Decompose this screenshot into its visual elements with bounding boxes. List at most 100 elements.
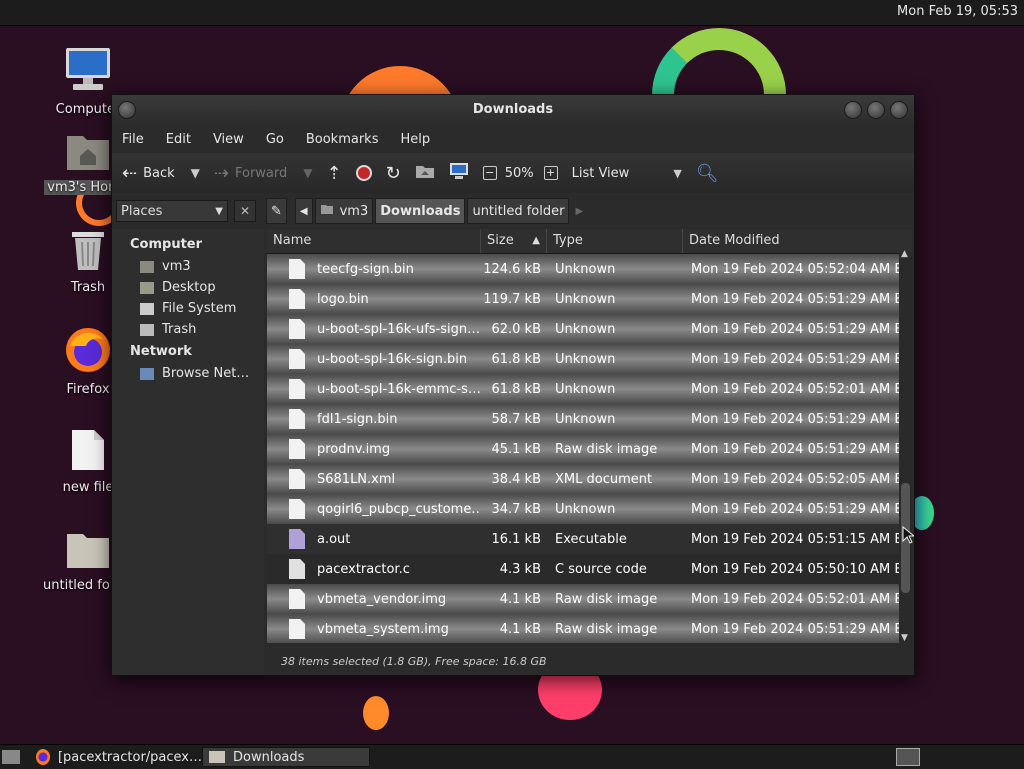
reload-button[interactable]: ↻ [386, 163, 401, 184]
zoom-out-icon[interactable]: − [482, 166, 497, 180]
file-size: 58.7 kB [491, 411, 541, 427]
file-size: 4.1 kB [499, 621, 541, 637]
mouse-cursor-icon [902, 525, 916, 548]
home-button[interactable] [415, 163, 435, 183]
file-row[interactable]: fdl1-sign.bin 58.7 kB Unknown Mon 19 Feb 20… [267, 404, 912, 434]
search-button[interactable]: 🔍︎ [696, 163, 725, 184]
menu-edit[interactable]: Edit [166, 132, 191, 147]
close-button[interactable] [890, 101, 908, 119]
drive-icon [140, 302, 154, 315]
file-row[interactable]: logo.bin 119.7 kB Unknown Mon 19 Feb 2024 0… [267, 284, 912, 314]
file-size: 119.7 kB [483, 291, 541, 307]
sidebar-item-file-system[interactable]: File System [112, 298, 264, 319]
places-label: Places [121, 203, 163, 219]
menu-go[interactable]: Go [266, 132, 284, 147]
up-button[interactable]: ⇡ [327, 163, 342, 184]
chevron-down-icon: ▼ [673, 166, 682, 180]
file-name-cell: vbmeta_system.img [267, 619, 481, 639]
breadcrumb-right-arrow[interactable]: ▶ [571, 199, 587, 223]
file-name: pacextractor.c [317, 561, 410, 577]
file-type: Unknown [555, 501, 616, 517]
file-row[interactable]: prodnv.img 45.1 kB Raw disk image Mon 19 Fe… [267, 434, 912, 464]
file-name: S681LN.xml [317, 471, 396, 487]
workspace-switcher[interactable] [896, 747, 920, 767]
column-header-date[interactable]: Date Modified [683, 229, 899, 253]
file-date: Mon 19 Feb 2024 05:51:29 AM EST [691, 621, 912, 637]
maximize-button[interactable] [867, 101, 885, 119]
file-name-cell: pacextractor.c [267, 559, 481, 579]
xml-file-icon [289, 469, 305, 489]
file-row[interactable]: a.out 16.1 kB Executable Mon 19 Feb 2024 05… [267, 524, 912, 554]
sidebar-item-trash[interactable]: Trash [112, 319, 264, 340]
file-type: Unknown [555, 321, 616, 337]
column-header-type[interactable]: Type [547, 229, 683, 253]
stop-button[interactable] [355, 165, 372, 181]
window-icon [896, 748, 920, 766]
back-button[interactable]: ⇠ Back ▼ [122, 163, 200, 184]
breadcrumb-left-arrow[interactable]: ◀ [294, 198, 313, 224]
zoom-control[interactable]: − 50% + [482, 166, 558, 181]
menu-bookmarks[interactable]: Bookmarks [306, 132, 379, 147]
file-type: Unknown [555, 261, 616, 277]
sidebar-item-desktop[interactable]: Desktop [112, 277, 264, 298]
file-type: Unknown [555, 381, 616, 397]
breadcrumb-vm3[interactable]: vm3 [314, 198, 374, 224]
file-icon [289, 379, 305, 399]
file-row[interactable]: u-boot-spl-16k-sign.bin 61.8 kB Unknown Mon… [267, 344, 912, 374]
file-row[interactable]: u-boot-spl-16k-ufs-sign… 62.0 kB Unknown Mo… [267, 314, 912, 344]
file-list[interactable]: Name Size ▲ Type Date Modified teecfg-si… [267, 229, 912, 643]
menu-help[interactable]: Help [400, 132, 430, 147]
toolbar: ⇠ Back ▼ ⇢ Forward ▼ ⇡ ↻ − 50% + List Vi… [112, 153, 914, 193]
scroll-up-icon[interactable]: ▲ [901, 249, 908, 259]
file-row[interactable]: pacextractor.c 4.3 kB C source code Mon 19 … [267, 554, 912, 584]
file-icon [289, 409, 305, 429]
file-name-cell: prodnv.img [267, 439, 481, 459]
scroll-down-icon[interactable]: ▼ [901, 633, 908, 643]
file-name-cell: a.out [267, 529, 481, 549]
menu-view[interactable]: View [213, 132, 244, 147]
file-type: C source code [555, 561, 647, 577]
menu-file[interactable]: File [122, 132, 144, 147]
column-header-size[interactable]: Size ▲ [481, 229, 547, 253]
file-row[interactable]: qogirl6_pubcp_custome… 34.7 kB Unknown Mon … [267, 494, 912, 524]
file-row[interactable]: u-boot-spl-16k-emmc-s… 61.8 kB Unknown Mon … [267, 374, 912, 404]
taskbar-item-label: [pacextractor/pacex… [57, 749, 202, 765]
forward-button[interactable]: ⇢ Forward ▼ [214, 163, 313, 184]
taskbar-item-downloads[interactable]: Downloads [202, 747, 370, 767]
clock[interactable]: Mon Feb 19, 05:53 [897, 4, 1018, 19]
file-row[interactable]: S681LN.xml 38.4 kB XML document Mon 19 Feb … [267, 464, 912, 494]
file-row[interactable]: teecfg-sign.bin 124.6 kB Unknown Mon 19 Feb… [267, 254, 912, 284]
file-type: XML document [555, 471, 653, 487]
forward-label: Forward [234, 165, 288, 181]
status-bar: 38 items selected (1.8 GB), Free space: … [281, 655, 547, 668]
back-history-dropdown[interactable]: ▼ [191, 166, 200, 180]
show-desktop-button[interactable] [2, 747, 20, 767]
computer-button[interactable] [449, 162, 469, 184]
file-date: Mon 19 Feb 2024 05:51:15 AM EST [691, 531, 912, 547]
places-selector[interactable]: Places ▼ [116, 200, 228, 222]
location-bar: Places ▼ ✕ ✎ ◀ vm3 Downloads untitled fo… [112, 193, 914, 229]
back-label: Back [143, 165, 175, 181]
forward-history-dropdown[interactable]: ▼ [303, 166, 312, 180]
breadcrumb-downloads[interactable]: Downloads [375, 198, 466, 224]
taskbar-item-terminal[interactable]: [pacextractor/pacex… [36, 747, 202, 767]
column-header-name[interactable]: Name [267, 229, 481, 253]
zoom-in-icon[interactable]: + [543, 166, 558, 180]
file-type: Unknown [555, 351, 616, 367]
window-titlebar[interactable]: Downloads [112, 95, 914, 125]
sidebar-item-browse-network[interactable]: Browse Net… [112, 363, 264, 384]
minimize-button[interactable] [844, 101, 862, 119]
close-sidebar-button[interactable]: ✕ [234, 200, 256, 222]
sidebar-item-vm3[interactable]: vm3 [112, 256, 264, 277]
file-size: 4.3 kB [499, 561, 541, 577]
file-type: Unknown [555, 291, 616, 307]
sidebar-item-label: vm3 [162, 259, 191, 274]
vertical-scrollbar[interactable]: ▲ ▼ [899, 249, 912, 643]
breadcrumb-untitled-folder[interactable]: untitled folder [467, 198, 570, 224]
file-row[interactable]: vbmeta_vendor.img 4.1 kB Raw disk image Mon… [267, 584, 912, 614]
view-selector[interactable]: List View ▼ [572, 166, 682, 181]
edit-location-button[interactable]: ✎ [266, 198, 287, 224]
file-rows: teecfg-sign.bin 124.6 kB Unknown Mon 19 Feb… [267, 254, 912, 643]
file-row[interactable]: vbmeta_system.img 4.1 kB Raw disk image Mon… [267, 614, 912, 643]
monitor-icon [449, 162, 469, 184]
